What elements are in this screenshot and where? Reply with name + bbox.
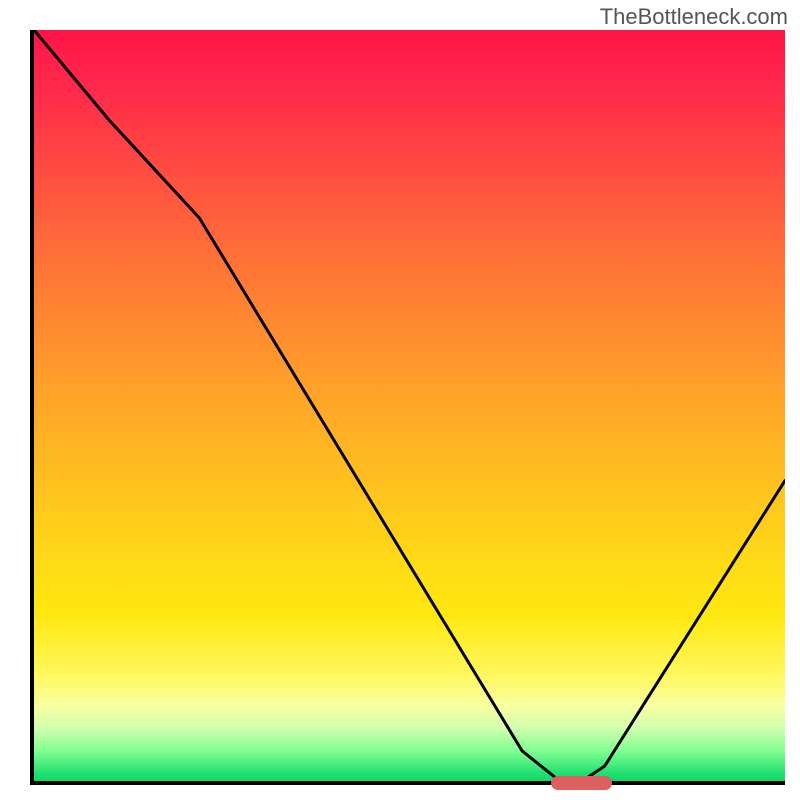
optimal-marker <box>551 776 612 790</box>
watermark-text: TheBottleneck.com <box>600 4 788 30</box>
plot-area <box>30 30 785 785</box>
bottleneck-curve-path <box>34 30 785 781</box>
curve-svg <box>34 30 785 781</box>
